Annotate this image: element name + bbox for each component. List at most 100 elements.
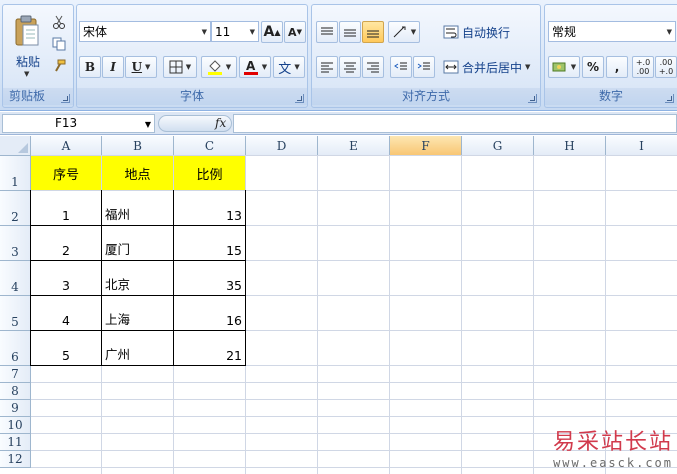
cell-ratio[interactable]: 35 [174,261,245,295]
percent-button[interactable]: % [582,56,604,78]
format-painter-icon[interactable] [49,57,69,75]
align-center-button[interactable] [339,56,361,78]
underline-button[interactable]: U ▼ [125,56,157,78]
paste-button[interactable]: 粘贴 [9,53,47,70]
row-header-12[interactable]: 12 [0,451,31,468]
align-center-icon [344,62,356,73]
align-middle-button[interactable] [339,21,361,43]
cell-number[interactable]: 2 [31,226,101,260]
cell-ratio[interactable]: 16 [174,296,245,330]
accounting-format-button[interactable]: ▼ [548,56,580,78]
cell-place[interactable]: 上海 [102,296,173,330]
column-header-g[interactable]: G [462,136,534,156]
row-header-1[interactable]: 1 [0,156,31,191]
row-header-9[interactable]: 9 [0,400,31,417]
column-header-i[interactable]: I [606,136,677,156]
formula-input[interactable] [233,114,677,133]
fill-color-button[interactable]: ▼ [201,56,237,78]
decrease-decimal-button[interactable]: .00 +.0 [655,56,677,78]
cell-number[interactable]: 1 [31,191,101,225]
name-box-value: F13 [55,116,78,130]
cell-ratio[interactable]: 21 [174,331,245,365]
cell-place[interactable]: 福州 [102,191,173,225]
row-header-7[interactable]: 7 [0,366,31,383]
grow-font-button[interactable]: A ▲ [261,21,283,43]
cell-ratio[interactable]: 15 [174,226,245,260]
font-size-value: 11 [215,24,231,39]
align-bottom-icon [367,30,379,38]
header-cell[interactable]: 序号 [31,156,101,190]
paste-dropdown-icon[interactable]: ▼ [24,70,29,78]
row-header-10[interactable]: 10 [0,417,31,434]
gridline-horizontal [31,382,677,383]
watermark-url: www.easck.com [553,456,673,470]
align-left-button[interactable] [316,56,338,78]
column-header-c[interactable]: C [174,136,246,156]
cell-place[interactable]: 厦门 [102,226,173,260]
insert-function-icon[interactable]: fx [215,116,226,130]
cell-ratio[interactable]: 13 [174,191,245,225]
row-header-4[interactable]: 4 [0,261,31,296]
gridline-vertical [389,156,390,474]
row-header-6[interactable]: 6 [0,331,31,366]
cell-place[interactable]: 北京 [102,261,173,295]
increase-indent-icon [417,62,430,70]
italic-button[interactable]: I [102,56,124,78]
name-box[interactable]: F13 ▼ [2,114,155,133]
cell-place[interactable]: 广州 [102,331,173,365]
table-border [30,330,246,331]
row-header-5[interactable]: 5 [0,296,31,331]
table-border [173,190,174,366]
chevron-down-icon: ▼ [666,28,672,36]
font-color-button[interactable]: A ▼ [239,56,271,78]
clipboard-launcher-icon[interactable] [61,94,70,103]
row-header-8[interactable]: 8 [0,383,31,400]
wrap-text-button[interactable]: 自动换行 [442,21,518,43]
font-color-icon: A [243,59,258,75]
column-header-h[interactable]: H [534,136,606,156]
merge-center-button[interactable]: 合并后居中 ▼ [442,56,537,78]
font-name-select[interactable]: 宋体 ▼ [79,21,211,42]
row-header-11[interactable]: 11 [0,434,31,451]
align-right-button[interactable] [362,56,384,78]
increase-decimal-button[interactable]: +.0 .00 [632,56,654,78]
column-header-f[interactable]: F [390,136,462,156]
chevron-down-icon[interactable]: ▼ [145,116,151,133]
decrease-indent-button[interactable] [390,56,412,78]
phonetic-button[interactable]: 文 ▼ [273,56,305,78]
cell-number[interactable]: 5 [31,331,101,365]
cell-number[interactable]: 4 [31,296,101,330]
header-cell[interactable]: 地点 [102,156,173,190]
column-header-e[interactable]: E [318,136,390,156]
bold-button[interactable]: B [79,56,101,78]
row-header-3[interactable]: 3 [0,226,31,261]
number-format-select[interactable]: 常规 ▼ [548,21,676,42]
alignment-launcher-icon[interactable] [528,94,537,103]
select-all-button[interactable] [0,136,31,156]
orientation-button[interactable]: ▼ [388,21,420,43]
row-header-2[interactable]: 2 [0,191,31,226]
font-group-title: 字体 [77,88,307,105]
orientation-icon [393,26,406,38]
column-header-d[interactable]: D [246,136,318,156]
header-cell[interactable]: 比例 [174,156,245,190]
font-launcher-icon[interactable] [295,94,304,103]
borders-button[interactable]: ▼ [163,56,197,78]
shrink-font-button[interactable]: A ▼ [284,21,306,43]
gridline-horizontal [31,399,677,400]
cell-number[interactable]: 3 [31,261,101,295]
align-top-button[interactable] [316,21,338,43]
table-border [30,295,246,296]
number-launcher-icon[interactable] [665,94,674,103]
copy-icon[interactable] [49,35,69,53]
column-header-a[interactable]: A [31,136,102,156]
align-bottom-button[interactable] [362,21,384,43]
paste-icon[interactable] [14,15,40,49]
merge-center-icon [443,60,459,74]
font-group: 宋体 ▼ 11 ▼ A ▲ A ▼ B I U ▼ ▼ ▼ A ▼ 文 ▼ 字体 [76,4,308,108]
comma-style-button[interactable]: , [606,56,628,78]
cut-icon[interactable] [49,13,69,31]
increase-indent-button[interactable] [413,56,435,78]
column-header-b[interactable]: B [102,136,174,156]
font-size-select[interactable]: 11 ▼ [211,21,259,42]
